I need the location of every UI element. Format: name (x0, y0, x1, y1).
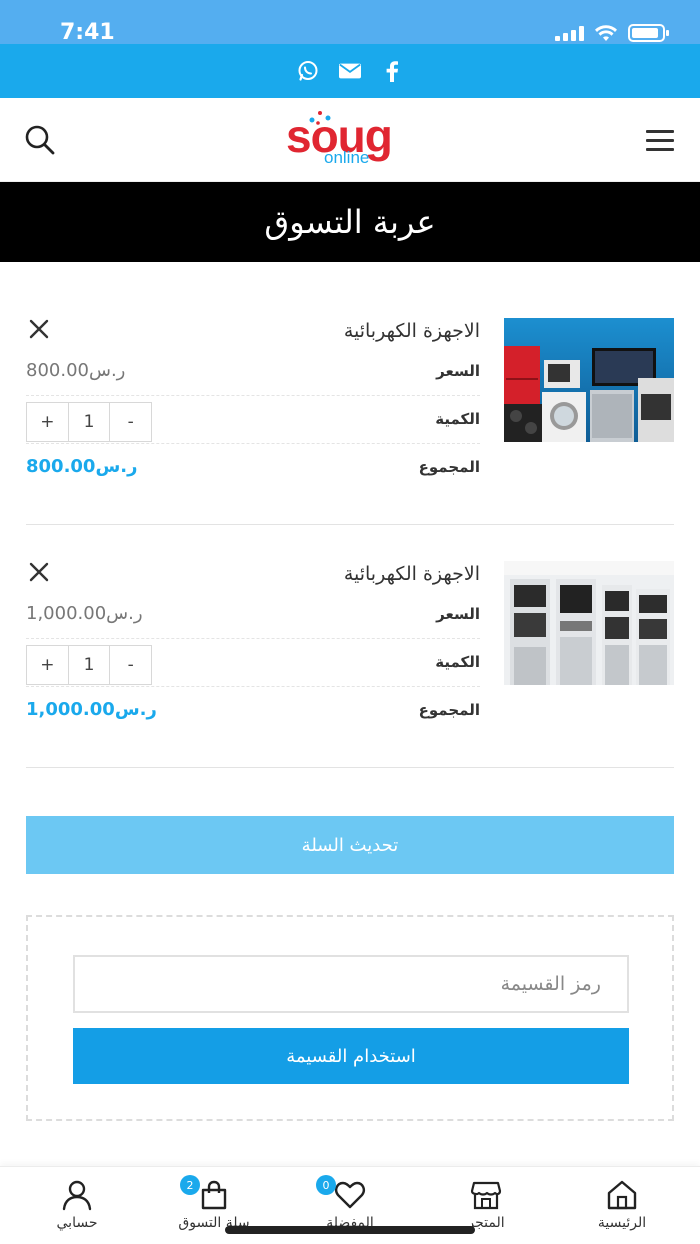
coupon-code-input[interactable] (73, 955, 629, 1013)
update-cart-button[interactable]: تحديث السلة (26, 816, 674, 874)
quantity-row: الكمية + 1 - (26, 639, 480, 687)
close-icon (29, 562, 49, 582)
increase-qty-button[interactable]: + (27, 646, 68, 684)
social-bar (0, 44, 700, 98)
price-row: السعر 800.00ر.س (26, 348, 480, 396)
remove-item-button[interactable] (26, 316, 52, 342)
status-time: 7:41 (60, 20, 115, 45)
status-icons (555, 24, 670, 42)
price-label: السعر (436, 362, 480, 380)
close-icon (29, 319, 49, 339)
product-name[interactable]: الاجهزة الكهربائية (344, 563, 480, 585)
site-header: soug online (0, 98, 700, 182)
cart-count-badge: 2 (180, 1175, 200, 1195)
cart-item: الاجهزة الكهربائية السعر 1,000.00ر.س الك… (26, 525, 674, 768)
tab-home[interactable]: الرئيسية (562, 1179, 682, 1239)
cart-item: الاجهزة الكهربائية السعر 800.00ر.س الكمي… (26, 282, 674, 525)
quantity-value[interactable]: 1 (67, 646, 111, 684)
signal-icon (555, 25, 584, 41)
quantity-row: الكمية + 1 - (26, 396, 480, 444)
product-image[interactable] (504, 561, 674, 685)
total-label: المجموع (418, 701, 480, 719)
quantity-label: الكمية (435, 410, 480, 428)
price-row: السعر 1,000.00ر.س (26, 591, 480, 639)
apply-coupon-button[interactable]: استخدام القسيمة (73, 1028, 629, 1084)
increase-qty-button[interactable]: + (27, 403, 68, 441)
user-icon (62, 1180, 92, 1211)
quantity-label: الكمية (435, 653, 480, 671)
home-icon (607, 1180, 637, 1210)
page-title-bar: عربة التسوق (0, 182, 700, 262)
hamburger-menu-icon[interactable] (642, 122, 678, 158)
bag-icon (201, 1180, 227, 1210)
logo-subtext: online (324, 148, 370, 167)
decrease-qty-button[interactable]: - (110, 403, 151, 441)
product-name[interactable]: الاجهزة الكهربائية (344, 320, 480, 342)
price-value: 1,000.00ر.س (26, 603, 143, 624)
total-row: المجموع 800.00ر.س (26, 444, 480, 492)
favorites-count-badge: 0 (316, 1175, 336, 1195)
remove-item-button[interactable] (26, 559, 52, 585)
heart-icon (335, 1181, 365, 1209)
site-logo[interactable]: soug online (280, 108, 420, 170)
store-icon (470, 1181, 502, 1210)
quantity-value[interactable]: 1 (67, 403, 111, 441)
email-icon[interactable] (339, 60, 361, 82)
total-row: المجموع 1,000.00ر.س (26, 687, 480, 735)
search-button[interactable] (22, 122, 58, 158)
battery-icon (628, 24, 669, 42)
quantity-stepper: + 1 - (26, 645, 152, 685)
wifi-icon (595, 25, 617, 41)
tab-home-label: الرئيسية (597, 1215, 647, 1231)
whatsapp-icon[interactable] (297, 60, 319, 82)
price-value: 800.00ر.س (26, 360, 126, 381)
tab-account[interactable]: حسابي (17, 1179, 137, 1239)
total-value: 800.00ر.س (26, 456, 138, 477)
search-icon (25, 125, 55, 155)
total-value: 1,000.00ر.س (26, 699, 157, 720)
total-label: المجموع (418, 458, 480, 476)
home-indicator (225, 1226, 475, 1234)
decrease-qty-button[interactable]: - (110, 646, 151, 684)
coupon-section: استخدام القسيمة (26, 915, 674, 1121)
quantity-stepper: + 1 - (26, 402, 152, 442)
price-label: السعر (436, 605, 480, 623)
status-bar: 7:41 (0, 0, 700, 45)
facebook-icon[interactable] (381, 60, 403, 82)
tab-account-label: حسابي (56, 1215, 98, 1231)
page-title: عربة التسوق (264, 203, 436, 241)
product-image[interactable] (504, 318, 674, 442)
